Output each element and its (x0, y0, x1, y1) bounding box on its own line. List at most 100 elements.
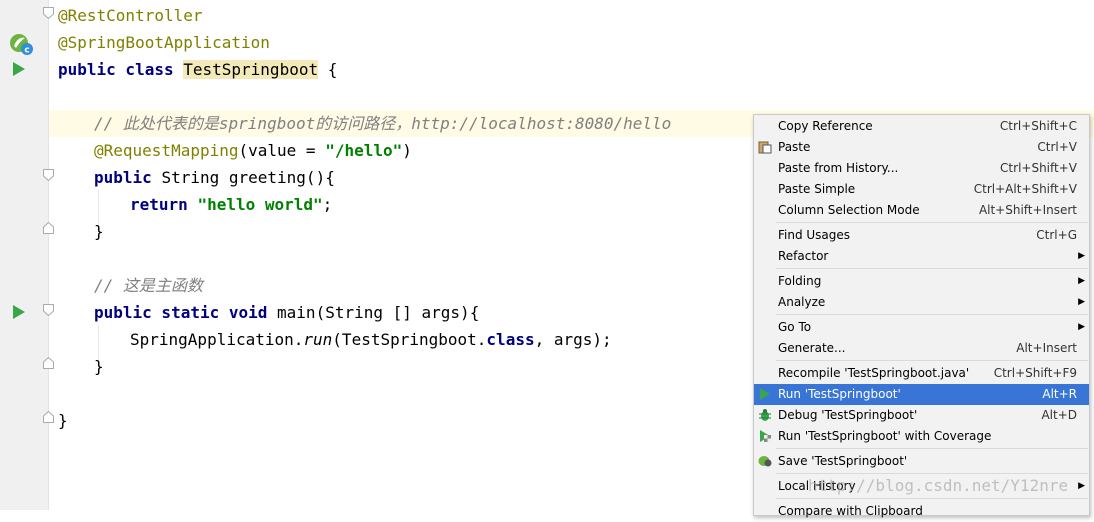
submenu-arrow-icon: ▶ (1078, 251, 1085, 261)
menu-item-compare-with-clipboard[interactable]: Compare with Clipboard (754, 501, 1089, 522)
code-line[interactable]: @SpringBootApplication (58, 29, 270, 56)
menu-item-shortcut: Ctrl+Shift+C (999, 119, 1077, 133)
menu-item-paste-simple[interactable]: Paste Simple Ctrl+Alt+Shift+V (754, 179, 1089, 200)
code-text: (TestSpringboot. (332, 330, 487, 349)
annotation: @SpringBootApplication (58, 33, 270, 52)
fold-close-icon[interactable] (43, 411, 54, 423)
menu-item-label: Copy Reference (778, 119, 873, 133)
menu-item-shortcut: Ctrl+V (1037, 140, 1077, 154)
menu-item-label: Refactor (778, 249, 829, 263)
menu-item-folding[interactable]: Folding ▶ (754, 271, 1089, 292)
code-text: } (58, 411, 68, 430)
menu-item-debug[interactable]: Debug 'TestSpringboot' Alt+D (754, 405, 1089, 426)
menu-item-shortcut: Ctrl+G (1036, 228, 1077, 242)
comment: // 此处代表的是springboot的访问路径，http://localhos… (94, 114, 672, 133)
class-name: TestSpringboot (183, 60, 319, 79)
menu-item-column-selection-mode[interactable]: Column Selection Mode Alt+Shift+Insert (754, 200, 1089, 221)
menu-item-shortcut: Ctrl+Shift+V (1000, 161, 1077, 175)
keyword: return (130, 195, 198, 214)
fold-open-icon[interactable] (43, 169, 54, 181)
menu-item-shortcut: Ctrl+Alt+Shift+V (973, 182, 1077, 196)
code-text: , args); (534, 330, 612, 349)
menu-item-run-with-coverage[interactable]: Run 'TestSpringboot' with Coverage (754, 426, 1089, 447)
menu-item-analyze[interactable]: Analyze ▶ (754, 292, 1089, 313)
menu-item-go-to[interactable]: Go To ▶ (754, 317, 1089, 338)
menu-item-save[interactable]: Save 'TestSpringboot' (754, 451, 1089, 472)
code-line[interactable]: } (94, 218, 104, 245)
menu-item-refactor[interactable]: Refactor ▶ (754, 246, 1089, 267)
code-text: } (94, 357, 104, 376)
menu-item-label: Paste from History... (778, 161, 899, 175)
spring-save-icon (758, 454, 772, 468)
debug-bug-icon (758, 408, 772, 422)
code-line[interactable]: // 这是主函数 (94, 272, 203, 299)
menu-item-label: Save 'TestSpringboot' (778, 454, 908, 468)
menu-item-run[interactable]: Run 'TestSpringboot' Alt+R (754, 384, 1089, 405)
code-line[interactable]: @RequestMapping(value = "/hello") (94, 137, 412, 164)
code-text: { (318, 60, 338, 79)
keyword: public class (58, 60, 184, 79)
string-literal: "/hello" (325, 141, 403, 160)
menu-separator (776, 314, 1088, 315)
menu-item-shortcut: Ctrl+Shift+F9 (993, 366, 1077, 380)
code-text: ) (402, 141, 412, 160)
menu-item-generate[interactable]: Generate... Alt+Insert (754, 338, 1089, 359)
menu-item-paste[interactable]: Paste Ctrl+V (754, 137, 1089, 158)
context-menu: Copy Reference Ctrl+Shift+C Paste Ctrl+V… (753, 114, 1090, 518)
code-line[interactable]: public static void main(String [] args){ (94, 299, 479, 326)
code-line[interactable]: } (94, 353, 104, 380)
menu-separator (776, 222, 1088, 223)
code-text: SpringApplication. (130, 330, 304, 349)
submenu-arrow-icon: ▶ (1078, 276, 1085, 286)
menu-separator (776, 498, 1088, 499)
menu-item-recompile[interactable]: Recompile 'TestSpringboot.java' Ctrl+Shi… (754, 363, 1089, 384)
svg-text:c: c (24, 46, 29, 56)
menu-item-label: Column Selection Mode (778, 203, 920, 217)
run-class-icon[interactable] (12, 61, 26, 81)
paste-icon (758, 140, 772, 154)
code-line[interactable]: SpringApplication.run(TestSpringboot.cla… (130, 326, 612, 353)
annotation: @RequestMapping (94, 141, 239, 160)
menu-item-label: Run 'TestSpringboot' (778, 387, 901, 401)
menu-item-label: Compare with Clipboard (778, 504, 923, 518)
watermark: http://blog.csdn.net/Y12nre (808, 476, 1069, 495)
annotation: @RestController (58, 6, 203, 25)
menu-separator (776, 448, 1088, 449)
fold-open-icon[interactable] (43, 304, 54, 316)
menu-item-label: Find Usages (778, 228, 851, 242)
code-line[interactable]: return "hello world"; (130, 191, 332, 218)
fold-open-icon[interactable] (43, 7, 54, 19)
code-line[interactable]: public class TestSpringboot { (58, 56, 337, 83)
run-main-icon[interactable] (12, 304, 26, 324)
code-text: main(String [] args){ (277, 303, 480, 322)
spring-boot-icon[interactable]: c (8, 32, 34, 56)
code-text: ; (322, 195, 333, 214)
coverage-icon (758, 429, 772, 443)
code-line[interactable]: public String greeting(){ (94, 164, 335, 191)
method-call: run (303, 330, 333, 349)
menu-item-copy-reference[interactable]: Copy Reference Ctrl+Shift+C (754, 116, 1089, 137)
menu-item-shortcut: Alt+R (1042, 387, 1077, 401)
run-icon (758, 387, 772, 401)
string-literal: "hello world" (197, 195, 323, 214)
menu-separator (776, 360, 1088, 361)
code-text: } (94, 222, 104, 241)
code-text: String greeting(){ (161, 168, 335, 187)
menu-item-label: Paste (778, 140, 811, 154)
menu-item-label: Analyze (778, 295, 826, 309)
fold-close-icon[interactable] (43, 222, 54, 234)
code-line[interactable]: // 此处代表的是springboot的访问路径，http://localhos… (94, 110, 671, 137)
code-line[interactable]: } (58, 407, 68, 434)
code-line[interactable]: @RestController (58, 2, 203, 29)
menu-item-label: Go To (778, 320, 812, 334)
menu-item-label: Run 'TestSpringboot' with Coverage (778, 429, 992, 443)
menu-item-find-usages[interactable]: Find Usages Ctrl+G (754, 225, 1089, 246)
keyword: class (486, 330, 535, 349)
submenu-arrow-icon: ▶ (1078, 322, 1085, 332)
menu-item-paste-from-history[interactable]: Paste from History... Ctrl+Shift+V (754, 158, 1089, 179)
fold-close-icon[interactable] (43, 357, 54, 369)
menu-item-label: Debug 'TestSpringboot' (778, 408, 918, 422)
menu-item-label: Folding (778, 274, 822, 288)
menu-item-shortcut: Alt+Shift+Insert (978, 203, 1077, 217)
keyword: public static void (94, 303, 278, 322)
